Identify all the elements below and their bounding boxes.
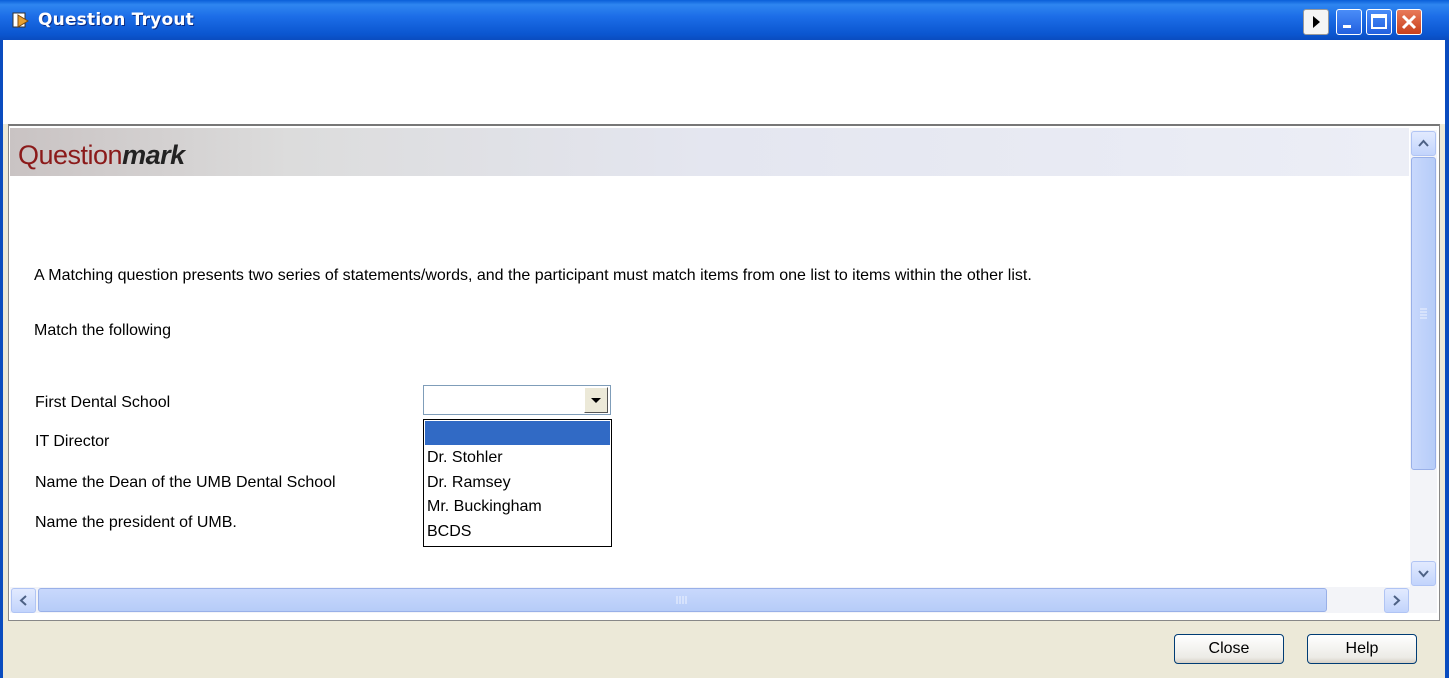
chevron-up-icon <box>1418 139 1429 147</box>
logo-text-regular: Question <box>18 140 123 170</box>
menu-arrow-button[interactable] <box>1303 9 1329 35</box>
chevron-left-icon <box>19 595 27 606</box>
dropdown-option[interactable] <box>425 421 610 445</box>
play-arrow-icon <box>1313 16 1320 28</box>
logo-text-bold: mark <box>122 140 185 170</box>
scroll-left-button[interactable] <box>11 588 36 613</box>
close-button[interactable]: Close <box>1174 634 1284 664</box>
questionmark-logo: Questionmark <box>18 140 185 171</box>
chevron-right-icon <box>1393 595 1401 606</box>
scroll-right-button[interactable] <box>1384 588 1409 613</box>
scroll-down-button[interactable] <box>1411 561 1436 586</box>
instruction-text: Match the following <box>34 322 171 339</box>
question-label: IT Director <box>35 433 110 450</box>
dropdown-toggle-button[interactable] <box>584 387 608 413</box>
window-frame-right <box>1445 40 1449 678</box>
banner <box>10 128 1409 176</box>
app-icon <box>12 11 30 29</box>
window-frame-left <box>0 40 3 678</box>
grip-icon <box>1420 308 1427 319</box>
close-window-button[interactable] <box>1396 9 1422 35</box>
dropdown-option[interactable]: Dr. Ramsey <box>425 471 610 495</box>
question-label: Name the Dean of the UMB Dental School <box>35 474 336 491</box>
question-label: Name the president of UMB. <box>35 514 237 531</box>
help-button[interactable]: Help <box>1307 634 1417 664</box>
minimize-icon <box>1343 25 1351 28</box>
maximize-button[interactable] <box>1366 9 1392 35</box>
horizontal-scroll-thumb[interactable] <box>38 588 1327 612</box>
content-pane <box>8 124 1440 621</box>
dropdown-list[interactable]: Dr. Stohler Dr. Ramsey Mr. Buckingham BC… <box>423 419 612 547</box>
dropdown-option[interactable]: Dr. Stohler <box>425 446 610 470</box>
dropdown-option[interactable]: BCDS <box>425 520 610 544</box>
grip-icon <box>676 596 687 604</box>
intro-text: A Matching question presents two series … <box>34 267 1032 284</box>
scroll-up-button[interactable] <box>1411 131 1436 156</box>
minimize-button[interactable] <box>1336 9 1362 35</box>
maximize-icon <box>1371 14 1387 29</box>
question-label: First Dental School <box>35 394 171 411</box>
answer-select[interactable] <box>423 385 611 415</box>
title-bar[interactable]: Question Tryout <box>0 0 1449 40</box>
toolbar-area <box>3 40 1445 124</box>
window-title: Question Tryout <box>38 10 194 30</box>
chevron-down-icon <box>591 398 601 403</box>
vertical-scroll-thumb[interactable] <box>1411 157 1436 470</box>
dropdown-option[interactable]: Mr. Buckingham <box>425 495 610 519</box>
chevron-down-icon <box>1418 570 1429 578</box>
close-icon <box>1401 14 1417 30</box>
